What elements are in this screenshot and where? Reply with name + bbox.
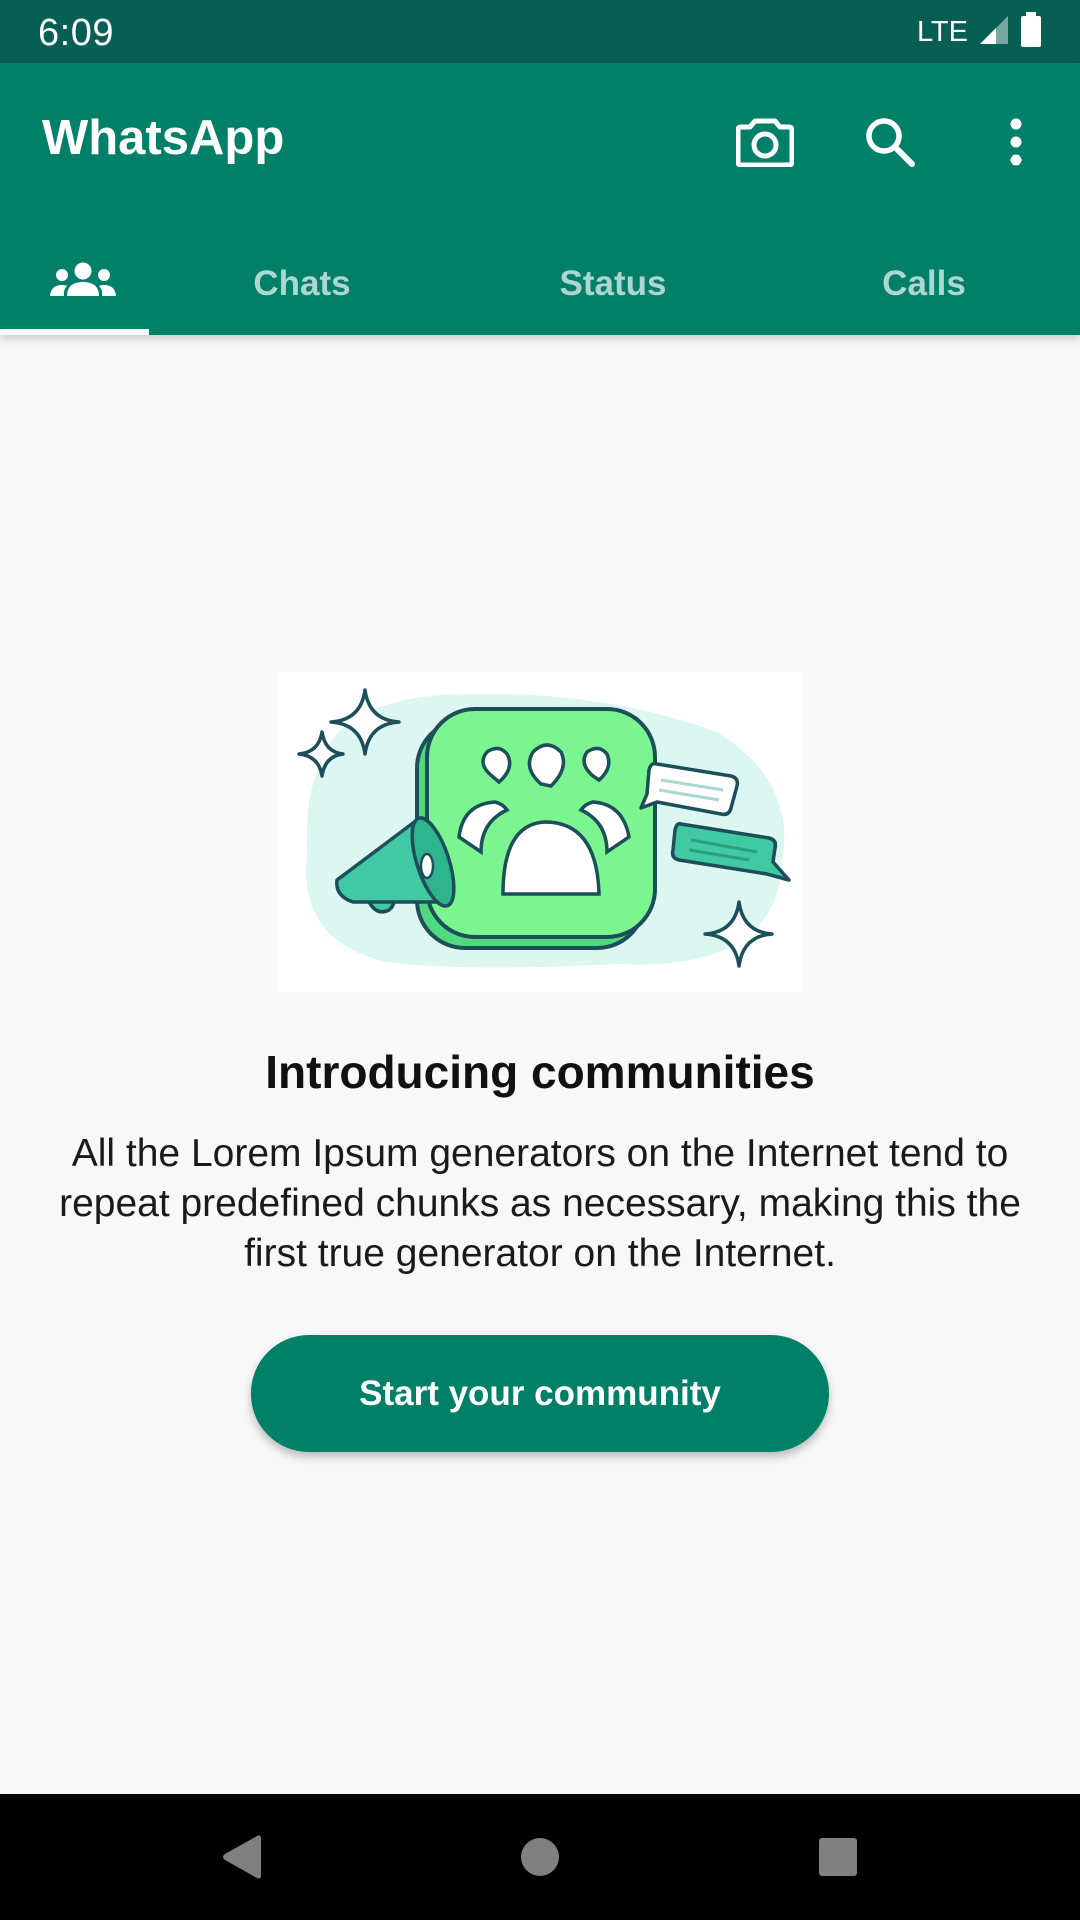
battery-icon — [1018, 11, 1044, 53]
app-bar: WhatsApp Chats Status Calls — [0, 63, 1080, 335]
status-time: 6:09 — [38, 12, 114, 54]
system-nav-bar — [0, 1794, 1080, 1920]
intro-title: Introducing communities — [265, 1046, 815, 1098]
camera-icon[interactable] — [729, 106, 801, 178]
recents-icon[interactable] — [803, 1822, 873, 1892]
app-title: WhatsApp — [42, 111, 285, 165]
tab-communities[interactable] — [0, 233, 166, 335]
start-community-button[interactable]: Start your community — [251, 1335, 829, 1452]
tab-calls[interactable]: Calls — [788, 233, 1060, 335]
communities-intro: Introducing communities All the Lorem Ip… — [0, 335, 1080, 1794]
back-icon[interactable] — [205, 1822, 275, 1892]
tab-status[interactable]: Status — [438, 233, 788, 335]
search-icon[interactable] — [854, 106, 926, 178]
more-options-icon[interactable] — [980, 106, 1052, 178]
signal-icon — [976, 14, 1010, 51]
intro-description: All the Lorem Ipsum generators on the In… — [59, 1132, 1021, 1275]
status-bar: 6:09 LTE — [0, 0, 1080, 63]
communities-illustration — [277, 672, 802, 992]
tab-bar: Chats Status Calls — [0, 233, 1080, 335]
communities-icon — [49, 260, 117, 309]
network-type: LTE — [916, 15, 968, 48]
status-indicators: LTE — [916, 11, 1044, 53]
home-icon[interactable] — [505, 1822, 575, 1892]
tab-chats[interactable]: Chats — [166, 233, 438, 335]
